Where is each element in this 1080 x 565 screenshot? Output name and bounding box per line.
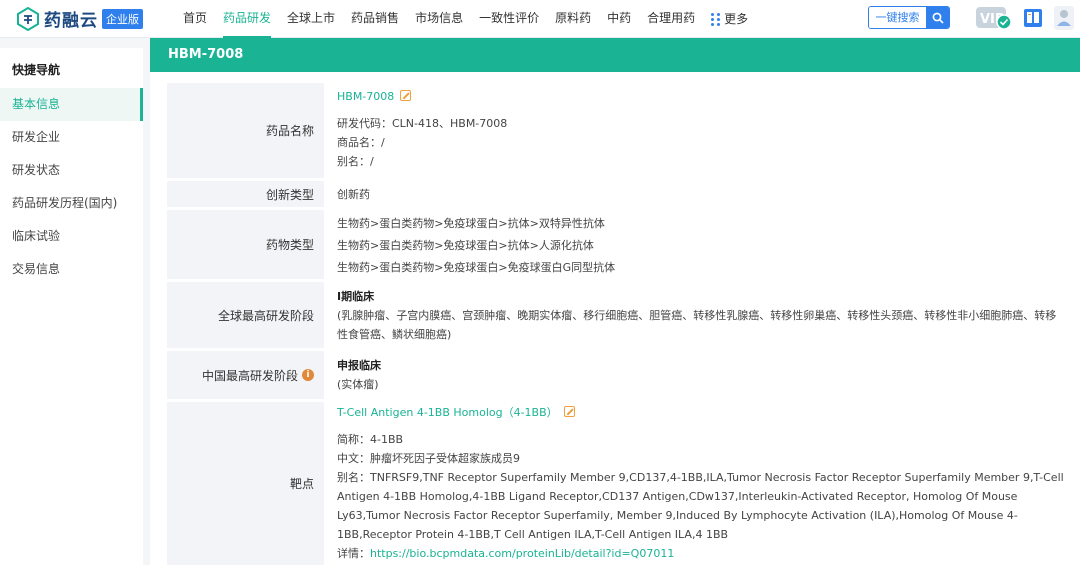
quick-nav-sidebar: 快捷导航 基本信息 研发企业 研发状态 药品研发历程(国内) 临床试验 交易信息 bbox=[0, 48, 143, 565]
grid-dots-icon bbox=[711, 12, 721, 26]
drug-type-line: 生物药>蛋白类药物>免疫球蛋白>免疫球蛋白G同型抗体 bbox=[337, 261, 616, 274]
sidebar-title: 快捷导航 bbox=[12, 63, 61, 77]
row-china-phase: 中国最高研发阶段 i 申报临床 (实体瘤) bbox=[167, 351, 1073, 399]
target-abbr: 简称：4-1BB bbox=[337, 433, 404, 446]
drug-header: HBM-7008 bbox=[150, 38, 1080, 72]
row-value: 申报临床 (实体瘤) bbox=[327, 351, 1073, 399]
target-alias: 别名：TNFRSF9,TNF Receptor Superfamily Memb… bbox=[337, 471, 1064, 541]
row-global-phase: 全球最高研发阶段 Ⅰ期临床 (乳腺肿瘤、子宫内膜癌、宫颈肿瘤、晚期实体瘤、移行细… bbox=[167, 282, 1073, 348]
info-icon[interactable]: i bbox=[302, 369, 314, 381]
drug-title: HBM-7008 bbox=[168, 47, 244, 62]
logo-text: 药融云 bbox=[44, 11, 98, 31]
row-drug-name: 药品名称 HBM-7008 研发代码：CLN-418、HBM-7008 商品名：… bbox=[167, 83, 1073, 178]
china-indications: (实体瘤) bbox=[337, 378, 379, 391]
search-button[interactable] bbox=[926, 7, 949, 28]
row-value: 生物药>蛋白类药物>免疫球蛋白>抗体>双特异性抗体 生物药>蛋白类药物>免疫球蛋… bbox=[327, 210, 1073, 279]
top-navbar: 药融云 企业版 首页 药品研发 全球上市 药品销售 市场信息 一致性评价 原料药 中药 合理用药… bbox=[0, 0, 1080, 38]
logo-icon bbox=[17, 6, 39, 31]
row-target: 靶点 T-Cell Antigen 4-1BB Homolog（4-1BB） 简… bbox=[167, 402, 1073, 565]
drug-alias: 别名：/ bbox=[337, 155, 374, 168]
nav-more-button[interactable]: 更多 bbox=[711, 0, 748, 38]
sidebar-item[interactable]: 研发状态 bbox=[0, 154, 143, 187]
nav-more-label: 更多 bbox=[724, 12, 749, 26]
drug-type-line: 生物药>蛋白类药物>免疫球蛋白>抗体>双特异性抗体 bbox=[337, 217, 605, 230]
drug-info-panel: 药品名称 HBM-7008 研发代码：CLN-418、HBM-7008 商品名：… bbox=[150, 72, 1080, 565]
sidebar-item[interactable]: 基本信息 bbox=[0, 88, 143, 121]
sidebar-item[interactable]: 临床试验 bbox=[0, 220, 143, 253]
global-indications: (乳腺肿瘤、子宫内膜癌、宫颈肿瘤、晚期实体瘤、移行细胞癌、胆管癌、转移性乳腺癌、… bbox=[337, 309, 1057, 341]
row-label: 全球最高研发阶段 bbox=[167, 282, 324, 348]
nav-item[interactable]: 药品研发 bbox=[223, 0, 272, 38]
edit-icon[interactable] bbox=[563, 406, 575, 417]
row-innovation-type: 创新类型 创新药 bbox=[167, 181, 1073, 207]
row-value: HBM-7008 研发代码：CLN-418、HBM-7008 商品名：/ 别名：… bbox=[327, 83, 1073, 178]
nav-item[interactable]: 中药 bbox=[607, 0, 631, 38]
search-icon bbox=[932, 12, 944, 24]
target-detail: 详情：https://bio.bcpmdata.com/proteinLib/d… bbox=[337, 544, 1065, 563]
nav-item[interactable]: 全球上市 bbox=[287, 0, 335, 38]
edit-icon[interactable] bbox=[400, 90, 412, 101]
main-nav: 首页 药品研发 全球上市 药品销售 市场信息 一致性评价 原料药 中药 合理用药 bbox=[183, 0, 711, 38]
quick-search bbox=[868, 6, 950, 29]
drug-type-line: 生物药>蛋白类药物>免疫球蛋白>抗体>人源化抗体 bbox=[337, 239, 594, 252]
search-input[interactable] bbox=[869, 7, 926, 28]
nav-item[interactable]: 原料药 bbox=[555, 0, 591, 38]
sidebar-item[interactable]: 交易信息 bbox=[0, 253, 143, 286]
target-chinese: 中文：肿瘤坏死因子受体超家族成员9 bbox=[337, 452, 520, 465]
nav-item[interactable]: 一致性评价 bbox=[479, 0, 539, 38]
china-phase-label: 中国最高研发阶段 bbox=[201, 368, 298, 383]
drug-code: 研发代码：CLN-418、HBM-7008 bbox=[337, 117, 508, 130]
nav-item[interactable]: 合理用药 bbox=[647, 0, 695, 38]
nav-item[interactable]: 市场信息 bbox=[415, 0, 463, 38]
row-drug-type: 药物类型 生物药>蛋白类药物>免疫球蛋白>抗体>双特异性抗体 生物药>蛋白类药物… bbox=[167, 210, 1073, 279]
innovation-value: 创新药 bbox=[327, 181, 1073, 207]
sidebar-items: 基本信息 研发企业 研发状态 药品研发历程(国内) 临床试验 交易信息 bbox=[0, 88, 143, 286]
vip-icon[interactable]: VIP bbox=[975, 5, 1013, 31]
row-value: T-Cell Antigen 4-1BB Homolog（4-1BB） 简称：4… bbox=[327, 402, 1073, 565]
user-icon[interactable] bbox=[1053, 5, 1075, 31]
brand-logo[interactable]: 药融云 企业版 bbox=[16, 6, 160, 31]
detail-label: 详情： bbox=[337, 547, 370, 560]
global-phase: Ⅰ期临床 bbox=[337, 290, 375, 303]
sidebar-item[interactable]: 药品研发历程(国内) bbox=[0, 187, 143, 220]
nav-item[interactable]: 药品销售 bbox=[351, 0, 399, 38]
nav-item[interactable]: 首页 bbox=[183, 0, 207, 38]
drug-trade-name: 商品名：/ bbox=[337, 136, 385, 149]
row-label: 药物类型 bbox=[167, 210, 324, 279]
china-phase: 申报临床 bbox=[337, 359, 381, 372]
row-label: 创新类型 bbox=[167, 181, 324, 207]
sidebar-item[interactable]: 研发企业 bbox=[0, 121, 143, 154]
row-label: 中国最高研发阶段 i bbox=[167, 351, 324, 399]
detail-link[interactable]: https://bio.bcpmdata.com/proteinLib/deta… bbox=[370, 547, 674, 560]
row-value: Ⅰ期临床 (乳腺肿瘤、子宫内膜癌、宫颈肿瘤、晚期实体瘤、移行细胞癌、胆管癌、转移… bbox=[327, 282, 1073, 348]
row-label: 靶点 bbox=[167, 402, 324, 565]
drug-name-link[interactable]: HBM-7008 bbox=[337, 90, 394, 103]
row-label: 药品名称 bbox=[167, 83, 324, 178]
edition-badge: 企业版 bbox=[102, 8, 143, 29]
book-icon[interactable] bbox=[1022, 7, 1044, 29]
target-link[interactable]: T-Cell Antigen 4-1BB Homolog（4-1BB） bbox=[337, 406, 558, 419]
